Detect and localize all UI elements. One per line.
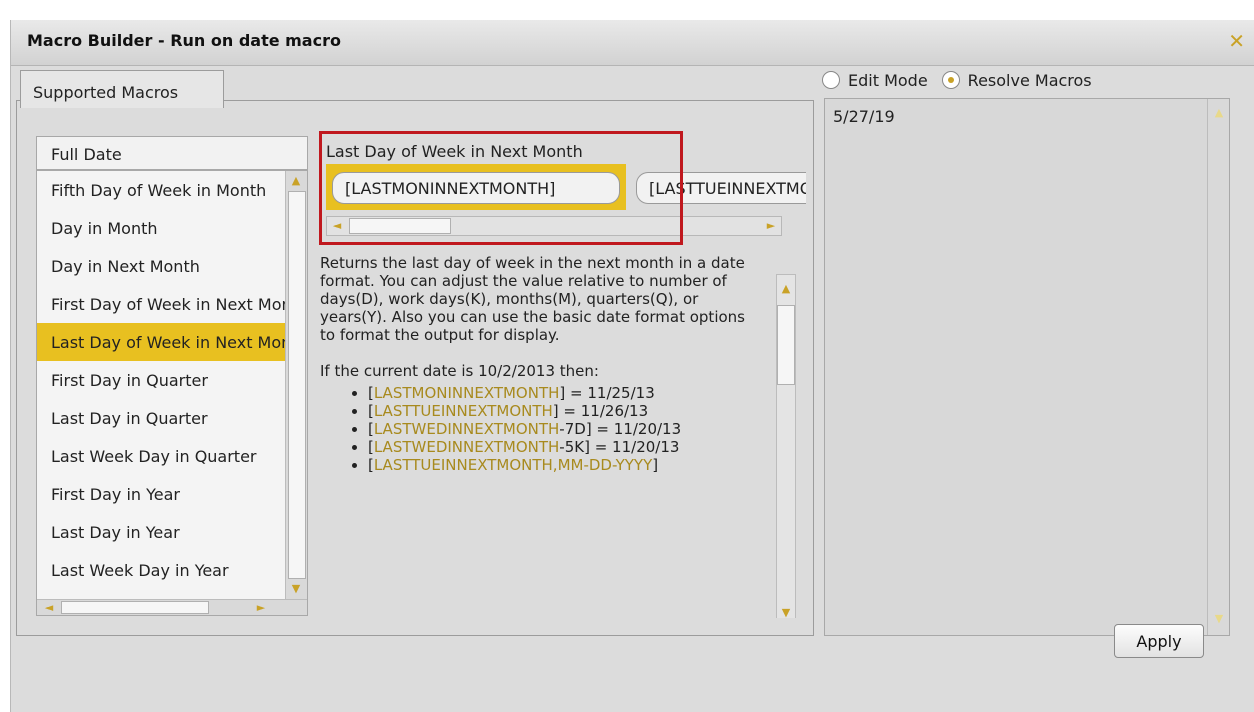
scroll-up-icon[interactable]: ▲ [778, 281, 794, 297]
list-item[interactable]: Last Week Day in Year [37, 551, 285, 589]
example-item: [LASTMONINNEXTMONTH] = 11/25/13 [368, 384, 764, 402]
mode-selector: Edit Mode Resolve Macros [822, 66, 1092, 94]
category-list-items: Fifth Day of Week in Month Day in Month Da… [37, 171, 285, 599]
list-vertical-scrollbar[interactable]: ▲ ▼ [285, 171, 307, 599]
scroll-up-icon[interactable]: ▲ [1211, 105, 1227, 121]
output-textarea[interactable]: 5/27/19 ▲ ▼ [824, 98, 1230, 636]
dialog-title: Macro Builder - Run on date macro [27, 31, 341, 50]
example-close: ] = 11/20/13 [584, 438, 680, 456]
scroll-right-icon[interactable]: ► [763, 218, 779, 234]
example-intro: If the current date is 10/2/2013 then: [320, 362, 599, 380]
scroll-down-icon[interactable]: ▼ [778, 605, 794, 618]
list-item[interactable]: Fifth Day of Week in Month [37, 171, 285, 209]
list-item[interactable]: First Day in Quarter [37, 361, 285, 399]
description-vertical-scrollbar[interactable]: ▲ ▼ [776, 274, 796, 618]
example-item: [LASTTUEINNEXTMONTH,MM-DD-YYYY] [368, 456, 764, 474]
example-item: [LASTTUEINNEXTMONTH] = 11/26/13 [368, 402, 764, 420]
output-vertical-scrollbar[interactable]: ▲ ▼ [1207, 99, 1229, 635]
example-close: ] = 11/20/13 [585, 420, 682, 438]
output-value: 5/27/19 [833, 107, 895, 126]
resolve-macros-label[interactable]: Resolve Macros [968, 71, 1092, 90]
apply-button[interactable]: Apply [1114, 624, 1204, 658]
example-macro: LASTWEDINNEXTMONTH [373, 420, 560, 438]
edit-mode-label[interactable]: Edit Mode [848, 71, 928, 90]
category-list[interactable]: Fifth Day of Week in Month Day in Month Da… [36, 170, 308, 616]
list-item[interactable]: Day in Next Month [37, 247, 285, 285]
macro-description: Returns the last day of week in the next… [320, 254, 764, 474]
example-close: ] [652, 456, 659, 474]
scroll-down-icon[interactable]: ▼ [1211, 611, 1227, 627]
example-mod: -5K [559, 438, 585, 456]
example-mod: ,MM-DD-YYYY [552, 456, 653, 474]
example-close: ] = 11/26/13 [552, 402, 649, 420]
list-item[interactable]: Last Day in Quarter [37, 399, 285, 437]
list-horizontal-scrollbar[interactable]: ◄ ► [37, 599, 307, 615]
list-item[interactable]: First Day of Week in Next Month [37, 285, 285, 323]
scroll-right-icon[interactable]: ► [253, 600, 269, 616]
list-horizontal-thumb[interactable] [61, 601, 209, 614]
radio-resolve-macros[interactable] [941, 71, 960, 89]
example-macro: LASTMONINNEXTMONTH [373, 384, 560, 402]
example-item: [LASTWEDINNEXTMONTH-7D] = 11/20/13 [368, 420, 764, 438]
title-bar[interactable]: Macro Builder - Run on date macro ✕ [11, 20, 1254, 66]
scroll-left-icon[interactable]: ◄ [41, 600, 57, 616]
example-item: [LASTWEDINNEXTMONTH-5K] = 11/20/13 [368, 438, 764, 456]
example-macro: LASTTUEINNEXTMONTH [373, 456, 553, 474]
list-vertical-thumb[interactable] [288, 191, 306, 579]
list-header[interactable]: Full Date [36, 136, 308, 170]
tab-supported-macros[interactable]: Supported Macros [20, 70, 224, 108]
scroll-up-icon[interactable]: ▲ [288, 173, 304, 189]
example-close: ] = 11/25/13 [559, 384, 655, 402]
scroll-down-icon[interactable]: ▼ [288, 581, 304, 597]
list-item[interactable]: Last Day in Year [37, 513, 285, 551]
example-macro: LASTTUEINNEXTMONTH [373, 402, 553, 420]
background-strip [0, 0, 1254, 20]
radio-edit-mode[interactable] [822, 71, 840, 89]
highlight-annotation-box [319, 131, 683, 245]
list-item[interactable]: Day in Month [37, 209, 285, 247]
list-item[interactable]: First Day in Year [37, 475, 285, 513]
example-macro: LASTWEDINNEXTMONTH [373, 438, 560, 456]
macro-description-panel[interactable]: Returns the last day of week in the next… [310, 250, 796, 618]
description-text: Returns the last day of week in the next… [320, 254, 745, 344]
list-item[interactable]: Last Week Day in Quarter [37, 437, 285, 475]
example-mod: -7D [559, 420, 586, 438]
list-item[interactable]: Last Day of Week in Next Month [37, 323, 285, 361]
description-vertical-thumb[interactable] [777, 305, 795, 385]
close-icon[interactable]: ✕ [1228, 29, 1245, 53]
example-list: [LASTMONINNEXTMONTH] = 11/25/13[LASTTUEI… [320, 384, 764, 474]
